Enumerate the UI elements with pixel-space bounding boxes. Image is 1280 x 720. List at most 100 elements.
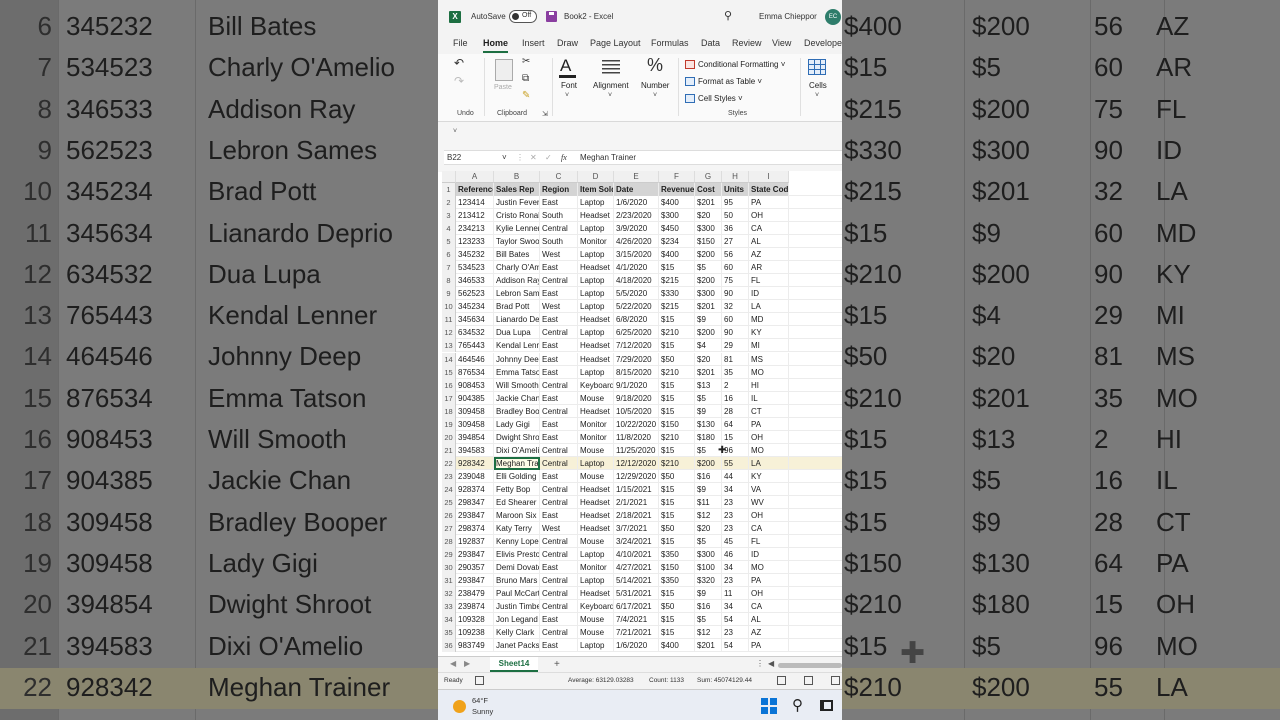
table-cell[interactable]: Central xyxy=(540,456,578,470)
table-cell[interactable]: 239048 xyxy=(456,469,494,483)
table-cell[interactable]: 234213 xyxy=(456,222,494,236)
status-sum[interactable]: Sum: 45074129.44 xyxy=(697,677,752,684)
table-cell[interactable]: 928342 xyxy=(456,456,494,470)
table-cell[interactable]: 27 xyxy=(722,235,749,249)
table-cell[interactable]: 54 xyxy=(722,639,749,653)
autosave-toggle[interactable]: Off xyxy=(509,10,537,23)
table-cell[interactable]: Bruno Mars xyxy=(494,574,540,588)
table-cell[interactable]: 50 xyxy=(722,209,749,223)
table-cell[interactable]: East xyxy=(540,469,578,483)
table-cell[interactable]: $300 xyxy=(695,222,722,236)
table-cell[interactable]: Laptop xyxy=(578,196,614,210)
table-cell[interactable]: 44 xyxy=(722,469,749,483)
table-cell[interactable]: Laptop xyxy=(578,300,614,314)
table-cell[interactable]: $210 xyxy=(659,430,695,444)
row-header[interactable]: 21 xyxy=(442,443,456,457)
paste-label[interactable]: Paste xyxy=(494,84,512,91)
tab-home[interactable]: Home xyxy=(483,38,509,53)
name-box[interactable]: B22 xyxy=(447,153,461,162)
table-cell[interactable]: Mouse xyxy=(578,469,614,483)
conditional-formatting-button[interactable]: Conditional Formatting ˅ xyxy=(698,60,785,69)
table-cell[interactable]: $50 xyxy=(659,469,695,483)
table-cell[interactable]: East xyxy=(540,417,578,431)
table-cell[interactable]: 11 xyxy=(722,587,749,601)
table-cell[interactable]: Central xyxy=(540,626,578,640)
row-header[interactable]: 19 xyxy=(442,417,456,431)
table-cell[interactable]: 4/18/2020 xyxy=(614,274,659,288)
table-cell[interactable]: 4/26/2020 xyxy=(614,235,659,249)
table-cell[interactable]: $350 xyxy=(659,548,695,562)
table-cell[interactable]: 60 xyxy=(722,313,749,327)
table-cell[interactable]: 3/15/2020 xyxy=(614,248,659,262)
table-cell[interactable]: 876534 xyxy=(456,365,494,379)
table-cell[interactable]: 238479 xyxy=(456,587,494,601)
table-cell[interactable]: KY xyxy=(749,469,789,483)
table-cell[interactable]: 983749 xyxy=(456,639,494,653)
table-cell[interactable]: PA xyxy=(749,639,789,653)
table-cell[interactable]: Laptop xyxy=(578,639,614,653)
table-cell[interactable]: 394583 xyxy=(456,443,494,457)
table-cell[interactable]: Headset xyxy=(578,482,614,496)
column-header[interactable]: F xyxy=(659,171,695,183)
column-title-cell[interactable]: Reference xyxy=(456,183,494,196)
row-header[interactable]: 13 xyxy=(442,339,456,353)
row-header[interactable]: 28 xyxy=(442,535,456,549)
table-cell[interactable]: $200 xyxy=(695,248,722,262)
row-header[interactable]: 33 xyxy=(442,600,456,614)
table-cell[interactable]: 293847 xyxy=(456,574,494,588)
table-cell[interactable]: Emma Tatson xyxy=(494,365,540,379)
table-cell[interactable]: Laptop xyxy=(578,574,614,588)
ribbon-collapse-chevron-icon[interactable]: ˅ xyxy=(453,128,457,135)
table-cell[interactable]: 346533 xyxy=(456,274,494,288)
table-cell[interactable]: Headset xyxy=(578,261,614,275)
table-cell[interactable]: $11 xyxy=(695,495,722,509)
table-cell[interactable]: Laptop xyxy=(578,222,614,236)
table-cell[interactable]: Keyboard xyxy=(578,600,614,614)
table-cell[interactable]: 8/15/2020 xyxy=(614,365,659,379)
column-header[interactable]: G xyxy=(695,171,722,183)
table-cell[interactable]: Keyboard xyxy=(578,378,614,392)
alignment-icon[interactable] xyxy=(602,60,620,74)
table-cell[interactable]: 12/29/2020 xyxy=(614,469,659,483)
tab-review[interactable]: Review xyxy=(732,38,762,48)
table-cell[interactable]: 12/12/2020 xyxy=(614,456,659,470)
table-cell[interactable]: $15 xyxy=(659,495,695,509)
sheet-tab[interactable]: Sheet14 xyxy=(490,657,538,672)
column-title-cell[interactable]: Cost xyxy=(695,183,722,196)
column-title-cell[interactable]: State Code xyxy=(749,183,789,196)
table-cell[interactable]: Mouse xyxy=(578,391,614,405)
table-cell[interactable]: Meghan Trainer xyxy=(494,456,540,470)
column-title-cell[interactable]: Item Sold xyxy=(578,183,614,196)
table-cell[interactable]: East xyxy=(540,196,578,210)
table-cell[interactable]: AR xyxy=(749,261,789,275)
table-cell[interactable]: 345232 xyxy=(456,248,494,262)
table-cell[interactable]: 32 xyxy=(722,300,749,314)
table-cell[interactable]: $215 xyxy=(659,300,695,314)
table-cell[interactable]: $13 xyxy=(695,378,722,392)
row-header[interactable]: 12 xyxy=(442,326,456,340)
table-cell[interactable]: 290357 xyxy=(456,561,494,575)
table-cell[interactable]: 90 xyxy=(722,287,749,301)
table-cell[interactable]: Mouse xyxy=(578,443,614,457)
table-cell[interactable]: East xyxy=(540,261,578,275)
tab-insert[interactable]: Insert xyxy=(522,38,545,48)
table-cell[interactable]: LA xyxy=(749,456,789,470)
table-cell[interactable]: Central xyxy=(540,535,578,549)
table-cell[interactable]: $201 xyxy=(695,639,722,653)
cells-chevron-down-icon[interactable]: ˅ xyxy=(815,92,819,99)
table-cell[interactable]: 23 xyxy=(722,509,749,522)
table-cell[interactable]: $9 xyxy=(695,313,722,327)
table-cell[interactable]: 56 xyxy=(722,248,749,262)
table-cell[interactable]: OH xyxy=(749,209,789,223)
table-cell[interactable]: 109238 xyxy=(456,626,494,640)
column-header[interactable]: I xyxy=(749,171,789,183)
table-cell[interactable]: Headset xyxy=(578,587,614,601)
table-cell[interactable]: Headset xyxy=(578,509,614,522)
table-cell[interactable]: 90 xyxy=(722,326,749,340)
column-title-cell[interactable]: Date xyxy=(614,183,659,196)
table-cell[interactable]: 9/1/2020 xyxy=(614,378,659,392)
accessibility-icon[interactable] xyxy=(475,676,484,685)
row-header[interactable]: 23 xyxy=(442,469,456,483)
table-cell[interactable]: $180 xyxy=(695,430,722,444)
row-header[interactable]: 11 xyxy=(442,313,456,327)
